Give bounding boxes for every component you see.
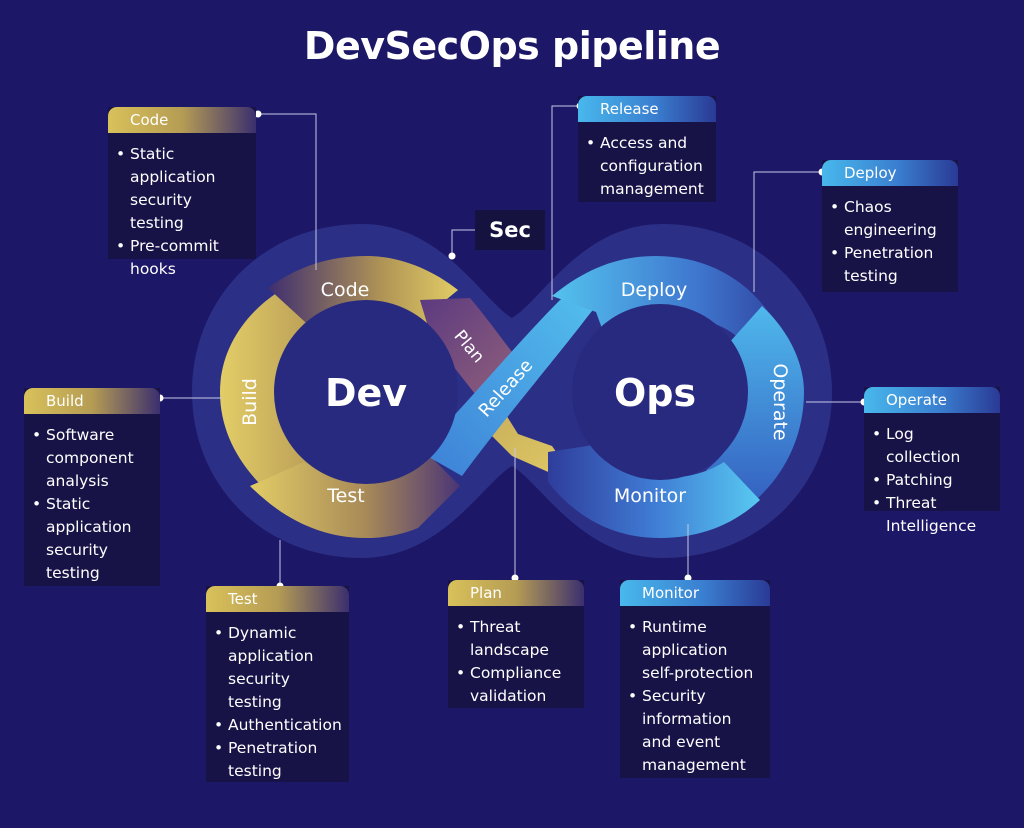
card-plan-title: Plan bbox=[448, 580, 584, 606]
card-build-list: Software component analysis Static appli… bbox=[24, 414, 160, 595]
loop-label-code: Code bbox=[321, 279, 370, 301]
dev-label: Dev bbox=[325, 371, 407, 415]
card-deploy-list: Chaos engineering Penetration testing bbox=[822, 186, 958, 298]
list-item: Threat landscape bbox=[454, 616, 576, 662]
list-item: Patching bbox=[870, 469, 992, 492]
list-item: Runtime application self-protection bbox=[626, 616, 762, 685]
list-item: Pre-commit hooks bbox=[114, 235, 248, 281]
card-monitor-title: Monitor bbox=[620, 580, 770, 606]
card-release-list: Access and configuration management bbox=[578, 122, 716, 211]
ops-label: Ops bbox=[614, 371, 696, 415]
list-item: Access and configuration management bbox=[584, 132, 708, 201]
loop-label-build: Build bbox=[239, 378, 261, 426]
card-release-title: Release bbox=[578, 96, 716, 122]
card-deploy: Deploy Chaos engineering Penetration tes… bbox=[822, 160, 958, 292]
loop-label-test: Test bbox=[326, 485, 364, 507]
list-item: Compliance validation bbox=[454, 662, 576, 708]
list-item: Security information and event managemen… bbox=[626, 685, 762, 777]
card-test-list: Dynamic application security testing Aut… bbox=[206, 612, 349, 793]
list-item: Authentication bbox=[212, 714, 342, 737]
list-item: Threat Intelligence bbox=[870, 492, 992, 538]
list-item: Penetration testing bbox=[828, 242, 950, 288]
card-plan: Plan Threat landscape Compliance validat… bbox=[448, 580, 584, 708]
list-item: Static application security testing bbox=[30, 493, 152, 585]
loop-label-monitor: Monitor bbox=[614, 485, 686, 507]
loop-label-operate: Operate bbox=[769, 363, 791, 440]
card-test-title: Test bbox=[206, 586, 349, 612]
list-item: Log collection bbox=[870, 423, 992, 469]
card-monitor-list: Runtime application self-protection Secu… bbox=[620, 606, 770, 787]
loop-label-deploy: Deploy bbox=[621, 279, 688, 301]
list-item: Static application security testing bbox=[114, 143, 248, 235]
list-item: Penetration testing bbox=[212, 737, 341, 783]
card-monitor: Monitor Runtime application self-protect… bbox=[620, 580, 770, 778]
list-item: Chaos engineering bbox=[828, 196, 950, 242]
card-operate-title: Operate bbox=[864, 387, 1000, 413]
card-test: Test Dynamic application security testin… bbox=[206, 586, 349, 782]
connector-sec bbox=[451, 229, 475, 256]
list-item: Software component analysis bbox=[30, 424, 152, 493]
card-release: Release Access and configuration managem… bbox=[578, 96, 716, 202]
sec-label: Sec bbox=[475, 210, 545, 250]
card-build: Build Software component analysis Static… bbox=[24, 388, 160, 586]
card-operate-list: Log collection Patching Threat Intellige… bbox=[864, 413, 1000, 548]
card-plan-list: Threat landscape Compliance validation bbox=[448, 606, 584, 718]
card-code-title: Code bbox=[108, 107, 256, 133]
card-deploy-title: Deploy bbox=[822, 160, 958, 186]
card-code: Code Static application security testing… bbox=[108, 107, 256, 278]
list-item: Dynamic application security testing bbox=[212, 622, 341, 714]
card-code-list: Static application security testing Pre-… bbox=[108, 133, 256, 291]
card-operate: Operate Log collection Patching Threat I… bbox=[864, 387, 1000, 535]
card-build-title: Build bbox=[24, 388, 160, 414]
